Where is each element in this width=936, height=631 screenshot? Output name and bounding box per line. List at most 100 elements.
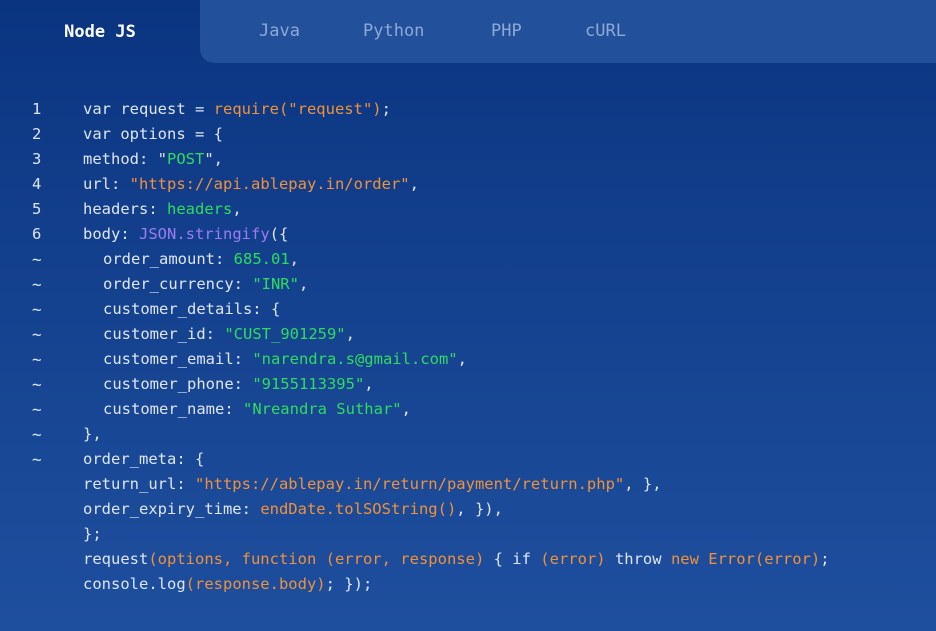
code-token: ; }); — [325, 575, 373, 593]
language-tab-bar: Node JS Java Python PHP cURL — [0, 0, 936, 63]
code-line: ~ customer_phone: "9155113395", — [0, 372, 936, 397]
code-text: request(options, function (error, respon… — [83, 547, 830, 572]
code-text: }; — [83, 522, 102, 547]
code-token: ", — [204, 150, 223, 168]
code-line: console.log(response.body); }); — [0, 572, 936, 597]
code-text: order_amount: 685.01, — [103, 247, 299, 272]
code-token: throw — [605, 550, 671, 568]
code-text: customer_details: { — [103, 297, 280, 322]
code-token: 685.01 — [233, 250, 290, 268]
code-token: "https://ablepay.in/return/payment/retur… — [194, 475, 625, 493]
tab-curl[interactable]: cURL — [585, 0, 626, 63]
code-text: return_url: "https://ablepay.in/return/p… — [83, 472, 662, 497]
code-line: 1 var request = require("request"); — [0, 97, 936, 122]
code-line: ~ customer_details: { — [0, 297, 936, 322]
code-text: order_meta: { — [83, 447, 204, 472]
code-token: var options = { — [83, 125, 223, 143]
code-text: customer_id: "CUST_901259", — [103, 322, 355, 347]
line-number: ~ — [32, 425, 42, 444]
tab-java[interactable]: Java — [259, 0, 300, 63]
tab-php[interactable]: PHP — [491, 0, 522, 63]
code-line: ~ order_meta: { — [0, 447, 936, 472]
code-token: headers: — [83, 200, 167, 218]
code-token: new Error(error) — [670, 550, 821, 568]
code-text: var request = require("request"); — [83, 97, 391, 122]
code-text: body: JSON.stringify({ — [83, 222, 288, 247]
code-token: }, — [83, 425, 102, 443]
code-token: customer_details: { — [103, 300, 281, 318]
code-text: headers: headers, — [83, 197, 242, 222]
code-token: , — [401, 400, 411, 418]
code-text: console.log(response.body); }); — [83, 572, 372, 597]
code-token: , — [298, 275, 309, 293]
code-token: customer_name: — [103, 400, 243, 418]
code-token: JSON.stringify — [139, 225, 270, 243]
tab-bar-background — [200, 0, 936, 63]
code-text: var options = { — [83, 122, 223, 147]
code-text: url: "https://api.ablepay.in/order", — [83, 172, 419, 197]
line-number: ~ — [32, 250, 42, 269]
code-text: method: "POST", — [83, 147, 223, 172]
code-text: order_expiry_time: endDate.tolSOString()… — [83, 497, 503, 522]
code-text: customer_email: "narendra.s@gmail.com", — [103, 347, 467, 372]
code-token: body: — [83, 225, 139, 243]
code-token: order_meta: { — [83, 450, 205, 468]
code-token: endDate.tolSOString() — [260, 500, 457, 518]
code-token: (options, function (error, response) — [148, 550, 485, 568]
code-token: "9155113395" — [252, 375, 365, 393]
code-token: customer_phone: — [103, 375, 253, 393]
code-line: ~ customer_id: "CUST_901259", — [0, 322, 936, 347]
code-token: , — [457, 350, 467, 368]
line-number: 4 — [32, 175, 42, 193]
line-number: 6 — [32, 225, 42, 243]
code-token: , — [409, 175, 419, 193]
code-line: 3 method: "POST", — [0, 147, 936, 172]
tab-python[interactable]: Python — [363, 0, 424, 63]
code-token: console.log — [83, 575, 186, 593]
code-token: (error) — [540, 550, 606, 568]
code-token: { if — [484, 550, 541, 568]
tab-nodejs[interactable]: Node JS — [0, 0, 200, 63]
code-line: return_url: "https://ablepay.in/return/p… — [0, 472, 936, 497]
code-token: customer_id: — [103, 325, 225, 343]
code-token: order_currency: — [103, 275, 253, 293]
code-token: customer_email: — [103, 350, 253, 368]
line-number: ~ — [32, 300, 42, 319]
line-number: ~ — [32, 325, 42, 344]
code-token: " — [157, 150, 167, 168]
code-token: }; — [83, 525, 102, 543]
code-line: request(options, function (error, respon… — [0, 547, 936, 572]
line-number: ~ — [32, 275, 42, 294]
code-token: headers — [167, 200, 233, 218]
line-number: 3 — [32, 150, 42, 168]
code-token: order_expiry_time: — [83, 500, 261, 518]
code-token: url: — [83, 175, 130, 193]
code-text: order_currency: "INR", — [103, 272, 308, 297]
code-line: ~}, — [0, 422, 936, 447]
code-token: "Nreandra Suthar" — [242, 400, 402, 418]
code-line: ~ order_currency: "INR", — [0, 272, 936, 297]
line-number: 1 — [32, 100, 42, 118]
code-line: ~ customer_name: "Nreandra Suthar", — [0, 397, 936, 422]
code-token: var request = — [83, 100, 214, 118]
code-token: ; — [820, 550, 830, 568]
code-text: customer_phone: "9155113395", — [103, 372, 374, 397]
code-line: 2 var options = { — [0, 122, 936, 147]
code-line: order_expiry_time: endDate.tolSOString()… — [0, 497, 936, 522]
code-token: , — [345, 325, 355, 343]
code-token: , }, — [624, 475, 662, 493]
code-token: "narendra.s@gmail.com" — [252, 350, 458, 368]
line-number: 2 — [32, 125, 42, 143]
code-line: 4 url: "https://api.ablepay.in/order", — [0, 172, 936, 197]
code-token: method: — [83, 150, 158, 168]
line-number: ~ — [32, 450, 42, 469]
code-line: }; — [0, 522, 936, 547]
line-number: 5 — [32, 200, 42, 218]
code-token: , — [289, 250, 299, 268]
code-token: "CUST_901259" — [224, 325, 346, 343]
code-token: require("request") — [213, 100, 382, 118]
line-number: ~ — [32, 400, 42, 419]
code-block: 1 var request = require("request"); 2 var o… — [0, 97, 936, 597]
line-number: ~ — [32, 375, 42, 394]
code-token: (response.body) — [185, 575, 326, 593]
